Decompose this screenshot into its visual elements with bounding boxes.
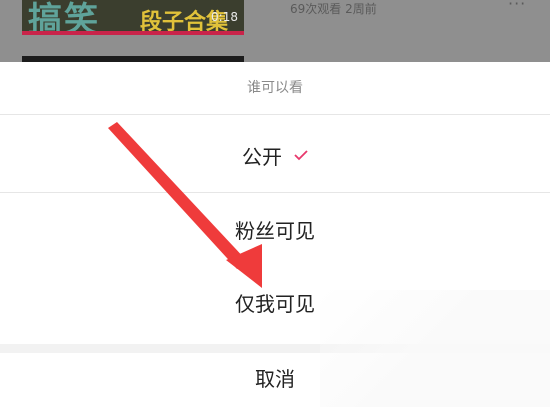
option-followers[interactable]: 粉丝可见 — [0, 192, 550, 266]
sheet-title: 谁可以看 — [247, 80, 303, 96]
thumbnail-duration: 0:18 — [211, 10, 238, 24]
option-public[interactable]: 公开 — [0, 118, 550, 192]
check-icon — [294, 150, 308, 161]
thumbnail-title-primary: 搞笑 — [28, 0, 100, 35]
option-label: 公开 — [242, 144, 282, 169]
option-label: 仅我可见 — [235, 291, 315, 316]
corner-fade — [320, 290, 550, 407]
cancel-label: 取消 — [255, 366, 295, 391]
divider — [0, 114, 550, 115]
video-thumbnail[interactable]: 搞笑 段子合集 0:18 — [22, 0, 244, 35]
option-label: 粉丝可见 — [235, 218, 315, 243]
thumbnail-stripe — [22, 31, 244, 35]
video-meta: 69次观看 2周前 — [290, 2, 377, 16]
video-list-background: 搞笑 段子合集 0:18 69次观看 2周前 ··· — [0, 0, 550, 62]
more-dots-icon[interactable]: ··· — [508, 0, 526, 13]
